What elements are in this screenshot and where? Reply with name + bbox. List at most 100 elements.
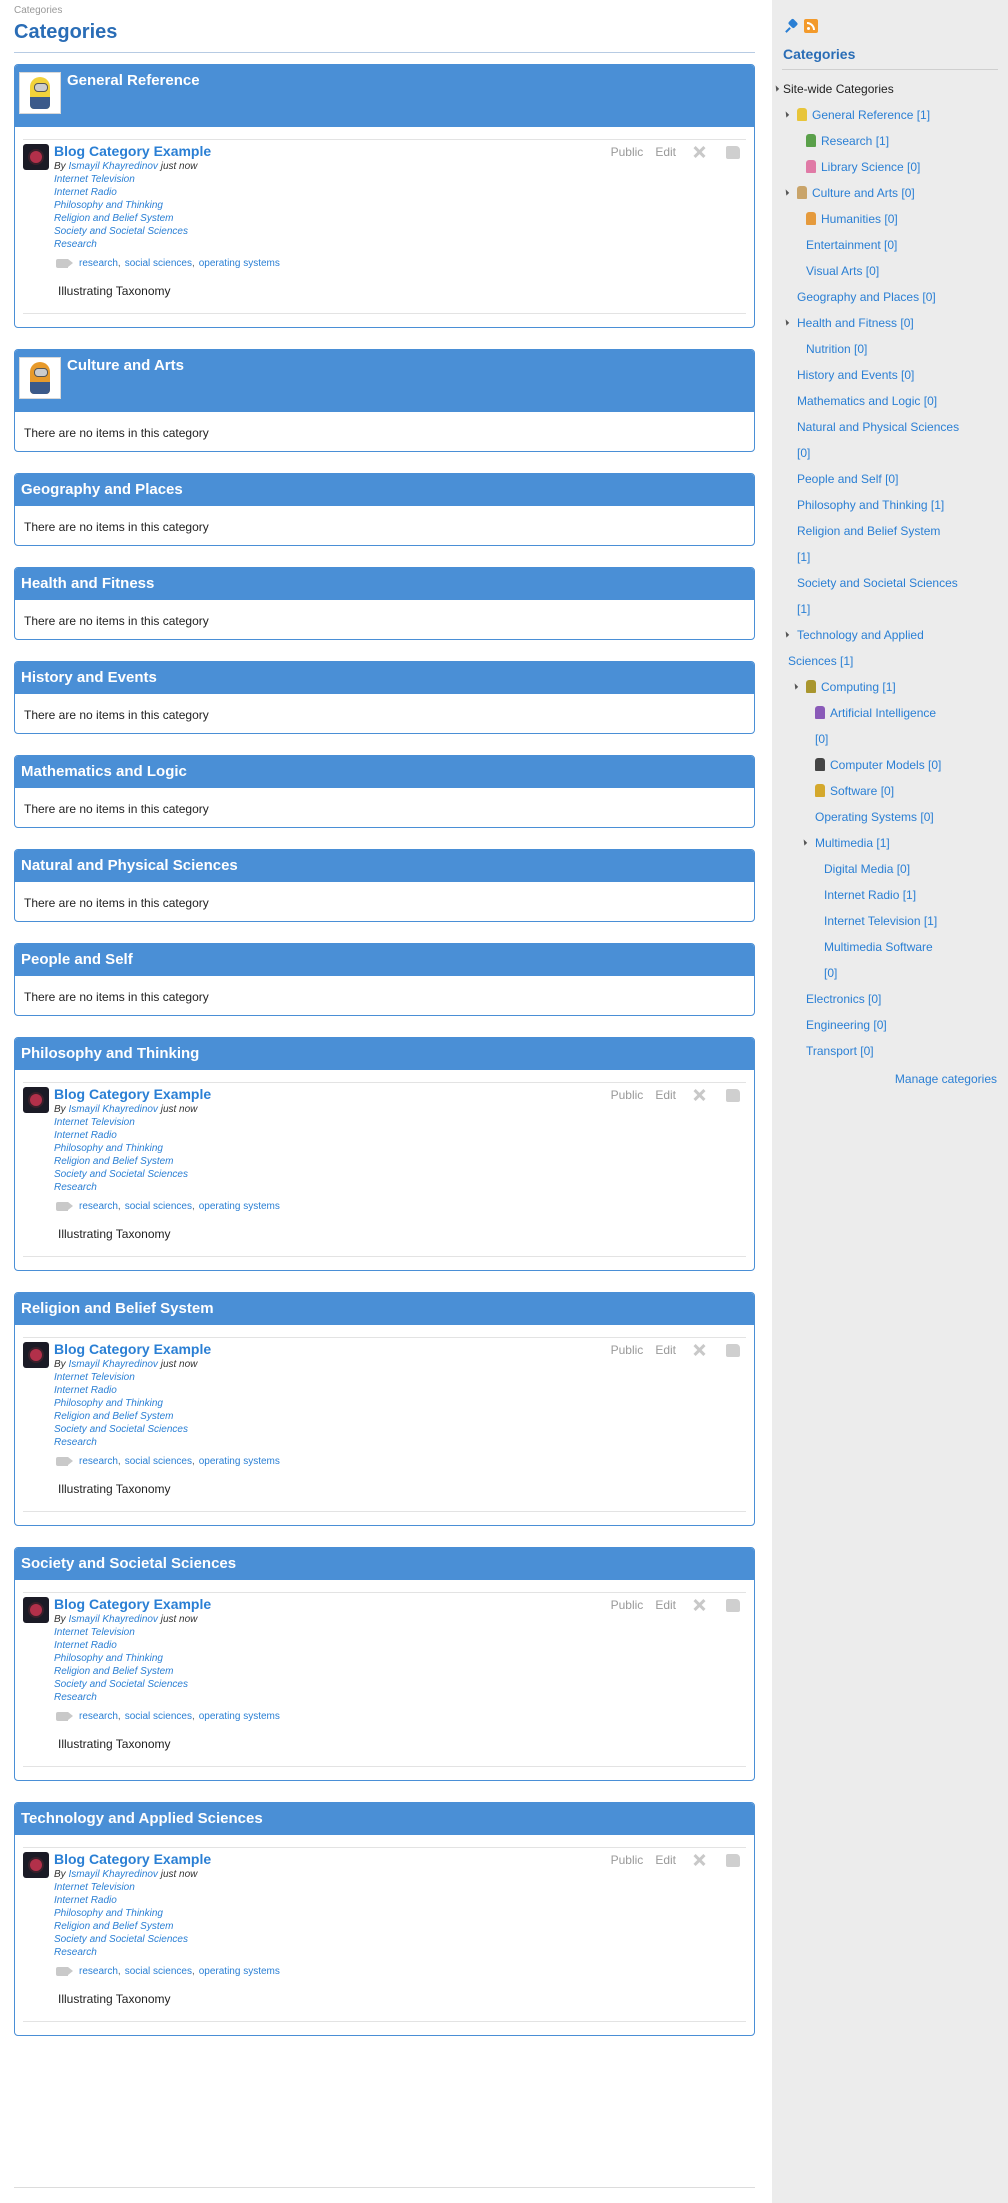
edit-link[interactable]: Edit	[655, 1853, 676, 1867]
category-title[interactable]: Culture and Arts	[67, 357, 184, 375]
collapse-arrow-icon[interactable]	[782, 189, 790, 196]
tree-node[interactable]: Technology and Applied	[772, 622, 1008, 648]
tree-node[interactable]: Health and Fitness [0]	[772, 310, 1008, 336]
category-title[interactable]: Natural and Physical Sciences	[21, 857, 238, 875]
author-avatar[interactable]	[23, 1087, 49, 1113]
tree-node[interactable]: Electronics [0]	[772, 986, 1008, 1012]
tree-node[interactable]: Engineering [0]	[772, 1012, 1008, 1038]
tree-node[interactable]: Transport [0]	[772, 1038, 1008, 1064]
tag-link[interactable]: research	[79, 1710, 118, 1723]
post-category-link[interactable]: Philosophy and Thinking	[54, 1142, 746, 1155]
collapse-arrow-icon[interactable]	[791, 683, 799, 690]
collapse-arrow-icon[interactable]	[782, 319, 790, 326]
delete-icon[interactable]	[692, 1088, 706, 1102]
tree-node[interactable]: Software [0]	[772, 778, 1008, 804]
author-link[interactable]: Ismayil Khayredinov	[68, 1869, 157, 1880]
category-title[interactable]: History and Events	[21, 669, 157, 687]
tree-node[interactable]: Library Science [0]	[772, 154, 1008, 180]
delete-icon[interactable]	[692, 1853, 706, 1867]
post-category-link[interactable]: Internet Radio	[54, 1129, 746, 1142]
post-category-link[interactable]: Internet Television	[54, 1626, 746, 1639]
edit-link[interactable]: Edit	[655, 145, 676, 159]
manage-categories-link[interactable]: Manage categories	[772, 1066, 1008, 1092]
collapse-arrow-icon[interactable]	[772, 85, 780, 92]
post-category-link[interactable]: Society and Societal Sciences	[54, 1423, 746, 1436]
post-category-link[interactable]: Internet Radio	[54, 1894, 746, 1907]
tree-node[interactable]: Nutrition [0]	[772, 336, 1008, 362]
author-avatar[interactable]	[23, 1342, 49, 1368]
like-icon[interactable]	[726, 1598, 740, 1612]
tree-node[interactable]: Artificial Intelligence	[772, 700, 1008, 726]
tag-link[interactable]: research	[79, 1965, 118, 1978]
post-category-link[interactable]: Internet Television	[54, 1371, 746, 1384]
post-category-link[interactable]: Society and Societal Sciences	[54, 1933, 746, 1946]
category-thumbnail-icon[interactable]	[19, 72, 61, 114]
post-category-link[interactable]: Philosophy and Thinking	[54, 1907, 746, 1920]
tree-node[interactable]: [0]	[772, 726, 1008, 752]
post-category-link[interactable]: Internet Television	[54, 173, 746, 186]
tag-link[interactable]: operating systems	[199, 257, 280, 270]
tag-link[interactable]: research	[79, 1200, 118, 1213]
post-category-link[interactable]: Religion and Belief System	[54, 1920, 746, 1933]
tree-node[interactable]: [0]	[772, 960, 1008, 986]
author-avatar[interactable]	[23, 144, 49, 170]
author-avatar[interactable]	[23, 1852, 49, 1878]
category-title[interactable]: Geography and Places	[21, 481, 183, 499]
tree-node[interactable]: Society and Societal Sciences	[772, 570, 1008, 596]
category-title[interactable]: General Reference	[67, 72, 200, 90]
post-category-link[interactable]: Internet Television	[54, 1881, 746, 1894]
post-category-link[interactable]: Internet Radio	[54, 1384, 746, 1397]
tag-link[interactable]: research	[79, 1455, 118, 1468]
tree-node[interactable]: Religion and Belief System	[772, 518, 1008, 544]
post-category-link[interactable]: Research	[54, 1691, 746, 1704]
tree-node[interactable]: Humanities [0]	[772, 206, 1008, 232]
tree-node[interactable]: Research [1]	[772, 128, 1008, 154]
like-icon[interactable]	[726, 145, 740, 159]
tree-node[interactable]: People and Self [0]	[772, 466, 1008, 492]
post-category-link[interactable]: Internet Television	[54, 1116, 746, 1129]
delete-icon[interactable]	[692, 145, 706, 159]
post-category-link[interactable]: Society and Societal Sciences	[54, 1168, 746, 1181]
collapse-arrow-icon[interactable]	[782, 111, 790, 118]
post-category-link[interactable]: Research	[54, 1181, 746, 1194]
tree-node[interactable]: Multimedia [1]	[772, 830, 1008, 856]
category-title[interactable]: Society and Societal Sciences	[21, 1555, 236, 1573]
edit-link[interactable]: Edit	[655, 1598, 676, 1612]
edit-link[interactable]: Edit	[655, 1088, 676, 1102]
delete-icon[interactable]	[692, 1598, 706, 1612]
collapse-arrow-icon[interactable]	[800, 839, 808, 846]
author-avatar[interactable]	[23, 1597, 49, 1623]
tag-link[interactable]: social sciences	[125, 1455, 192, 1468]
post-category-link[interactable]: Research	[54, 1436, 746, 1449]
post-category-link[interactable]: Religion and Belief System	[54, 212, 746, 225]
category-title[interactable]: Religion and Belief System	[21, 1300, 214, 1318]
tag-link[interactable]: social sciences	[125, 1710, 192, 1723]
tree-node[interactable]: General Reference [1]	[772, 102, 1008, 128]
post-category-link[interactable]: Philosophy and Thinking	[54, 199, 746, 212]
tag-link[interactable]: social sciences	[125, 1200, 192, 1213]
tree-node[interactable]: Sciences [1]	[772, 648, 1008, 674]
tree-node[interactable]: [1]	[772, 544, 1008, 570]
post-category-link[interactable]: Religion and Belief System	[54, 1155, 746, 1168]
tree-node[interactable]: Visual Arts [0]	[772, 258, 1008, 284]
tree-node[interactable]: Digital Media [0]	[772, 856, 1008, 882]
tree-node[interactable]: Entertainment [0]	[772, 232, 1008, 258]
tag-link[interactable]: social sciences	[125, 1965, 192, 1978]
tree-node[interactable]: Internet Radio [1]	[772, 882, 1008, 908]
tree-node[interactable]: Computing [1]	[772, 674, 1008, 700]
tree-node[interactable]: Operating Systems [0]	[772, 804, 1008, 830]
tree-node[interactable]: [0]	[772, 440, 1008, 466]
tree-node[interactable]: [1]	[772, 596, 1008, 622]
tree-node[interactable]: Natural and Physical Sciences	[772, 414, 1008, 440]
tree-node[interactable]: Culture and Arts [0]	[772, 180, 1008, 206]
tag-link[interactable]: operating systems	[199, 1200, 280, 1213]
author-link[interactable]: Ismayil Khayredinov	[68, 1614, 157, 1625]
tree-node[interactable]: Geography and Places [0]	[772, 284, 1008, 310]
category-title[interactable]: Mathematics and Logic	[21, 763, 187, 781]
category-title[interactable]: Technology and Applied Sciences	[21, 1810, 263, 1828]
tag-link[interactable]: operating systems	[199, 1965, 280, 1978]
rss-feed-icon[interactable]	[804, 19, 818, 33]
like-icon[interactable]	[726, 1343, 740, 1357]
delete-icon[interactable]	[692, 1343, 706, 1357]
tree-node[interactable]: Computer Models [0]	[772, 752, 1008, 778]
